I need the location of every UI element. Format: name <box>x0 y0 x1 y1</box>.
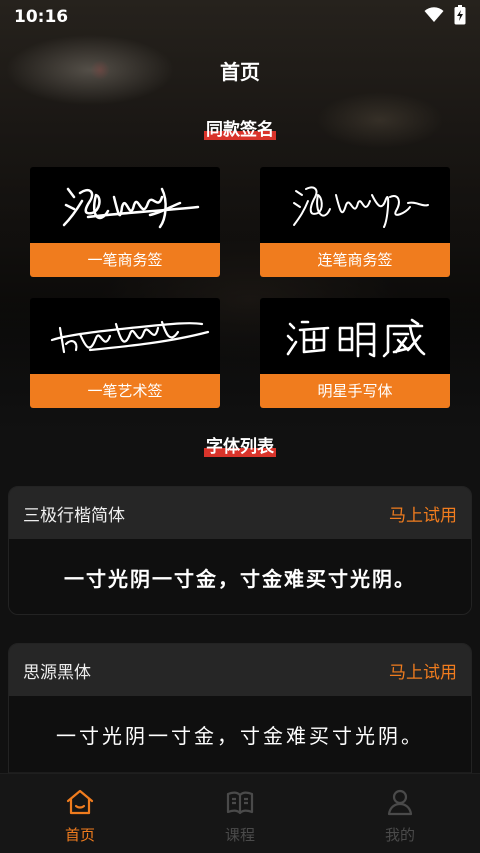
try-now-button[interactable]: 马上试用 <box>389 658 457 683</box>
signature-card-yibi-business[interactable]: 一笔商务签 <box>30 167 220 277</box>
status-icons <box>424 5 466 29</box>
font-name: 三极行楷简体 <box>23 505 125 526</box>
book-icon <box>225 788 255 820</box>
battery-charging-icon <box>454 5 466 29</box>
signature-card-lianbi-business[interactable]: 连笔商务签 <box>260 167 450 277</box>
signature-image <box>260 167 450 243</box>
font-card-header: 思源黑体 马上试用 <box>9 644 471 696</box>
tab-label: 我的 <box>384 826 415 844</box>
signature-image <box>260 298 450 374</box>
font-sample-text: 一寸光阴一寸金，寸金难买寸光阴。 <box>9 696 471 772</box>
font-sample-text: 一寸光阴一寸金，寸金难买寸光阴。 <box>9 539 471 614</box>
try-now-button[interactable]: 马上试用 <box>389 501 457 526</box>
tab-label: 课程 <box>224 826 255 844</box>
font-section-title: 字体列表 <box>204 437 276 457</box>
wifi-icon <box>424 7 444 27</box>
font-card: 三极行楷简体 马上试用 一寸光阴一寸金，寸金难买寸光阴。 <box>8 486 472 615</box>
font-section-heading: 字体列表 <box>0 437 480 457</box>
status-time: 10:16 <box>14 7 69 27</box>
signature-section-heading: 同款签名 <box>0 120 480 140</box>
tab-course[interactable]: 课程 <box>160 774 320 853</box>
tab-mine[interactable]: 我的 <box>320 774 480 853</box>
user-icon <box>385 788 415 820</box>
signature-image <box>30 167 220 243</box>
signature-card-celebrity[interactable]: 明星手写体 <box>260 298 450 408</box>
tab-home[interactable]: 首页 <box>0 774 160 853</box>
page-title: 首页 <box>220 60 260 84</box>
tab-label: 首页 <box>64 826 95 844</box>
bottom-tab-bar: 首页 课程 我的 <box>0 773 480 853</box>
font-card-header: 三极行楷简体 马上试用 <box>9 487 471 539</box>
signature-image <box>30 298 220 374</box>
font-card: 思源黑体 马上试用 一寸光阴一寸金，寸金难买寸光阴。 <box>8 643 472 783</box>
signature-style-label: 一笔艺术签 <box>30 374 220 408</box>
font-name: 思源黑体 <box>23 662 91 683</box>
signature-section-title: 同款签名 <box>204 120 276 140</box>
signature-style-label: 明星手写体 <box>260 374 450 408</box>
signature-style-label: 一笔商务签 <box>30 243 220 277</box>
home-icon <box>65 788 95 820</box>
signature-style-label: 连笔商务签 <box>260 243 450 277</box>
status-bar: 10:16 <box>0 0 480 34</box>
signature-card-yibi-art[interactable]: 一笔艺术签 <box>30 298 220 408</box>
